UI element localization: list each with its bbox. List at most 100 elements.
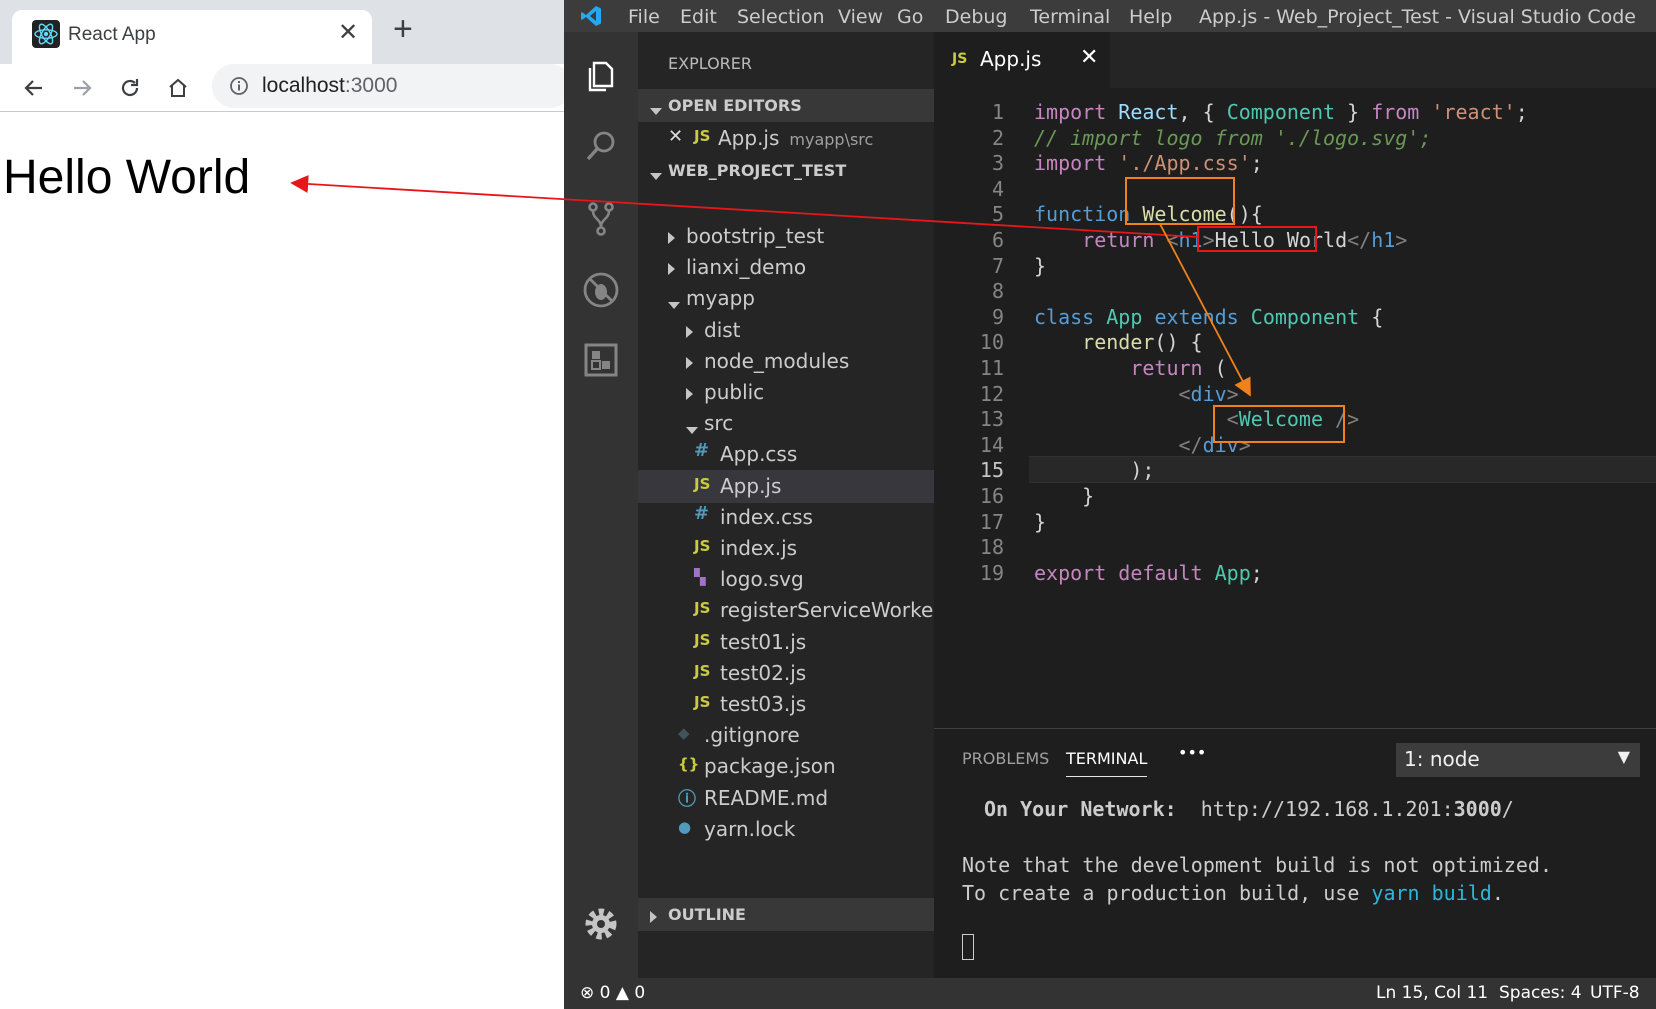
home-icon[interactable]: [160, 70, 196, 106]
back-icon[interactable]: [16, 70, 52, 106]
line-number: 14: [979, 432, 1004, 457]
tree-item[interactable]: bootstrip_test: [638, 220, 934, 253]
code-line[interactable]: export default App;: [1034, 561, 1263, 585]
source-control-icon[interactable]: [581, 198, 621, 238]
line-number: 15: [979, 458, 1004, 483]
close-icon[interactable]: ✕: [1080, 45, 1098, 70]
code-line[interactable]: }: [1034, 254, 1046, 278]
code-line[interactable]: // import logo from './logo.svg';: [1034, 126, 1431, 150]
code-line[interactable]: );: [1034, 458, 1154, 482]
tree-item[interactable]: JS test01.js: [638, 626, 934, 659]
errors-indicator[interactable]: ⊗ 0 ▲ 0: [580, 983, 645, 1003]
code-line[interactable]: import React, { Component } from 'react'…: [1034, 100, 1528, 124]
tree-item-label: logo.svg: [720, 567, 804, 592]
browser-window: React App ✕ + localhost:3000 Hello World: [0, 0, 572, 1009]
code-line[interactable]: }: [1034, 484, 1094, 508]
tree-item[interactable]: dist: [638, 314, 934, 347]
code-line[interactable]: return <h1>Hello World</h1>: [1034, 228, 1407, 252]
menu-debug[interactable]: Debug: [945, 6, 1007, 28]
editor-tab[interactable]: JS App.js ✕: [934, 32, 1110, 88]
tab-terminal[interactable]: TERMINAL: [1066, 749, 1148, 777]
code-line[interactable]: class App extends Component {: [1034, 305, 1383, 329]
code-line[interactable]: import './App.css';: [1034, 151, 1263, 175]
tree-item[interactable]: JS test03.js: [638, 688, 934, 721]
open-editors-header[interactable]: OPEN EDITORS: [638, 89, 934, 122]
search-icon[interactable]: [581, 126, 621, 166]
code-line[interactable]: render() {: [1034, 330, 1202, 354]
tree-item[interactable]: myapp: [638, 282, 934, 315]
info-icon[interactable]: [229, 76, 249, 96]
menu-help[interactable]: Help: [1129, 6, 1172, 28]
address-bar[interactable]: localhost:3000: [212, 64, 572, 108]
tree-item-label: test01.js: [720, 629, 807, 654]
line-number: 16: [979, 484, 1004, 508]
menu-selection[interactable]: Selection: [737, 6, 825, 28]
tree-item[interactable]: JS registerServiceWorker.js: [638, 594, 962, 627]
editor-area: JS App.js ✕ 1 import React, { Component }…: [934, 32, 1656, 728]
tree-item[interactable]: JS App.js: [638, 469, 934, 503]
new-tab-icon[interactable]: +: [393, 12, 413, 46]
tree-item[interactable]: public: [638, 376, 934, 409]
encoding[interactable]: UTF-8: [1590, 983, 1640, 1003]
menu-terminal[interactable]: Terminal: [1030, 6, 1110, 28]
yarn-file-icon: ●: [678, 817, 692, 836]
code-line[interactable]: }: [1034, 510, 1046, 534]
tree-item[interactable]: JS index.js: [638, 532, 934, 565]
tree-item[interactable]: ⓘ README.md: [638, 782, 934, 815]
tab-close-icon[interactable]: ✕: [338, 18, 358, 47]
extensions-icon[interactable]: [581, 340, 621, 380]
chevron-right-icon: [686, 324, 693, 342]
code-line[interactable]: </div>: [1034, 433, 1251, 457]
tree-item-label: yarn.lock: [704, 816, 796, 841]
menu-edit[interactable]: Edit: [680, 6, 717, 28]
menu-go[interactable]: Go: [897, 6, 923, 28]
reload-icon[interactable]: [112, 70, 148, 106]
code-line[interactable]: <div>: [1034, 382, 1239, 406]
project-header[interactable]: WEB_PROJECT_TEST: [638, 154, 934, 187]
chevron-right-icon: [668, 261, 675, 279]
code-line[interactable]: return (: [1034, 356, 1226, 380]
tree-item[interactable]: lianxi_demo: [638, 251, 934, 284]
cursor-position[interactable]: Ln 15, Col 11: [1376, 983, 1488, 1003]
tree-item[interactable]: ▚ logo.svg: [638, 563, 934, 596]
menu-file[interactable]: File: [628, 6, 660, 28]
menu-view[interactable]: View: [838, 6, 883, 28]
debug-icon[interactable]: [581, 270, 621, 310]
tree-item[interactable]: # App.css: [638, 438, 934, 471]
tree-item[interactable]: JS test02.js: [638, 657, 934, 690]
page-heading: Hello World: [3, 151, 251, 204]
tree-item[interactable]: {} package.json: [638, 750, 934, 783]
open-editor-item[interactable]: ✕ JS App.js myapp\src: [638, 122, 934, 155]
tree-item[interactable]: # index.css: [638, 501, 934, 534]
terminal-select[interactable]: 1: node ▼: [1396, 743, 1640, 777]
settings-gear-icon[interactable]: [581, 904, 621, 944]
terminal-cursor[interactable]: [962, 934, 974, 960]
line-number: 19: [979, 560, 1004, 585]
tree-item[interactable]: node_modules: [638, 345, 934, 378]
tab-title: React App: [68, 24, 156, 45]
tree-item-label: App.js: [720, 473, 782, 498]
outline-header[interactable]: OUTLINE: [638, 898, 934, 931]
forward-icon[interactable]: [64, 70, 100, 106]
code-line[interactable]: <Welcome />: [1034, 407, 1359, 431]
tab-problems[interactable]: PROBLEMS: [962, 749, 1049, 768]
window-title: App.js - Web_Project_Test - Visual Studi…: [1198, 6, 1636, 28]
url-port: :3000: [344, 74, 398, 97]
browser-tab[interactable]: React App ✕: [12, 10, 372, 64]
line-number: 4: [991, 176, 1004, 201]
code-line[interactable]: function Welcome(){: [1034, 202, 1263, 226]
indentation[interactable]: Spaces: 4: [1499, 983, 1582, 1003]
chevron-right-icon: [686, 355, 693, 373]
more-actions-icon[interactable]: •••: [1178, 743, 1206, 762]
close-icon[interactable]: ✕: [668, 126, 683, 147]
outline-label: OUTLINE: [668, 905, 746, 924]
tree-item[interactable]: ◆ .gitignore: [638, 719, 934, 752]
tree-item[interactable]: ● yarn.lock: [638, 813, 934, 846]
explorer-icon[interactable]: [581, 56, 621, 96]
tree-item-label: node_modules: [704, 348, 850, 373]
open-editor-label: App.js myapp\src: [718, 126, 873, 150]
chevron-right-icon: [686, 386, 693, 404]
tree-item[interactable]: src: [638, 407, 934, 440]
open-editors-label: OPEN EDITORS: [668, 96, 802, 115]
line-number: 6: [991, 228, 1004, 252]
